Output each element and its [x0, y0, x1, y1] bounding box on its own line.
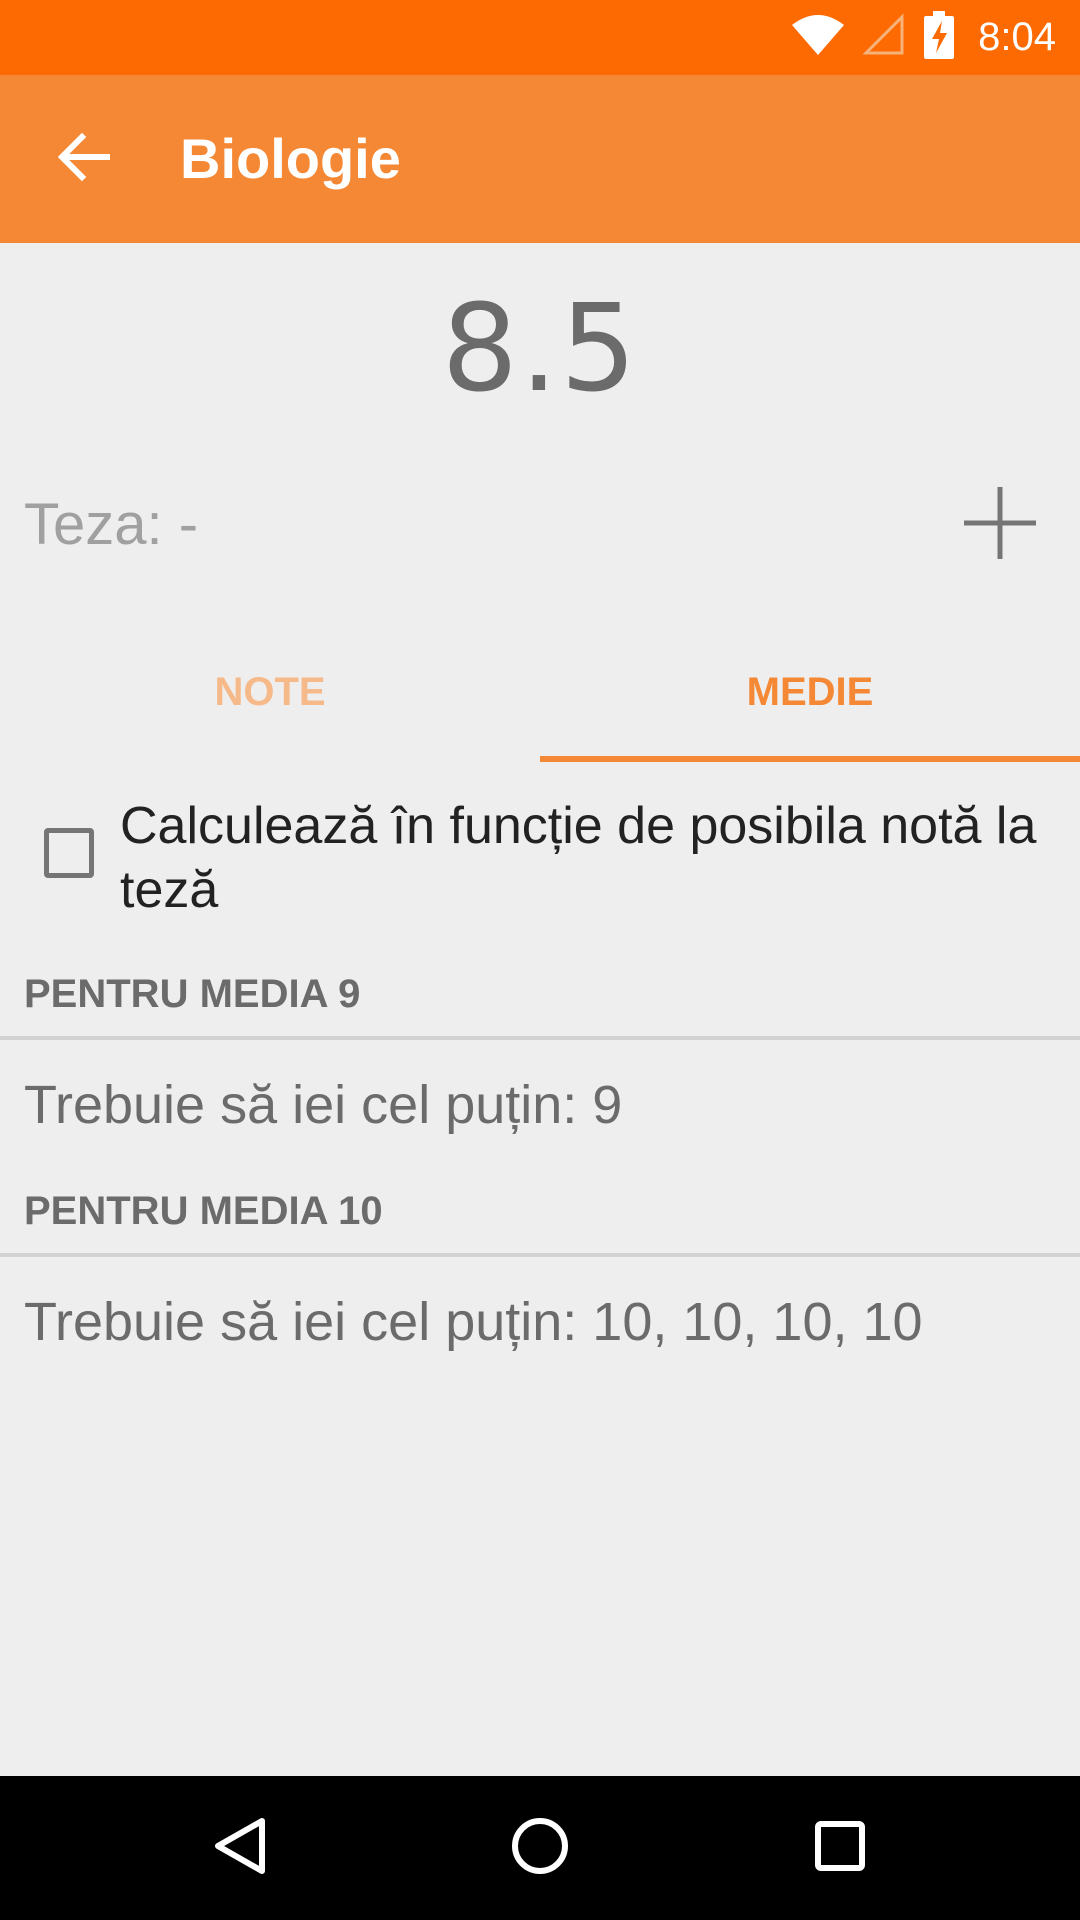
- divider: [0, 1253, 1080, 1257]
- tab-medie[interactable]: MEDIE: [540, 622, 1080, 762]
- nav-home-button[interactable]: [468, 1776, 612, 1920]
- navigation-bar: [0, 1776, 1080, 1920]
- add-teza-button[interactable]: [950, 475, 1050, 575]
- tab-indicator: [540, 756, 1080, 762]
- nav-recents-button[interactable]: [768, 1776, 912, 1920]
- required-grades-media-10: Trebuie să iei cel puțin: 10, 10, 10, 10: [24, 1292, 923, 1352]
- teza-label: Teza: -: [24, 492, 199, 557]
- home-circle-icon: [510, 1816, 570, 1881]
- battery-charging-icon: [924, 11, 955, 64]
- page-title: Biologie: [180, 127, 401, 190]
- checkbox-label: Calculează în funcție de posibila notă l…: [120, 797, 1037, 919]
- tab-bar: NOTE MEDIE: [0, 622, 1080, 762]
- plus-icon: [962, 485, 1038, 566]
- status-bar: 8:04: [0, 0, 1080, 75]
- wifi-icon: [792, 15, 845, 60]
- recents-square-icon: [814, 1820, 866, 1877]
- divider: [0, 1036, 1080, 1040]
- status-time: 8:04: [978, 15, 1056, 59]
- average-value: 8.5: [441, 280, 639, 419]
- section-header-media-10: PENTRU MEDIA 10: [24, 1189, 383, 1233]
- teza-row: Teza: -: [0, 475, 1080, 575]
- back-triangle-icon: [212, 1816, 268, 1881]
- back-button[interactable]: [40, 119, 128, 199]
- arrow-left-icon: [57, 132, 111, 186]
- required-grades-media-9: Trebuie să iei cel puțin: 9: [24, 1075, 623, 1135]
- section-header-media-9: PENTRU MEDIA 9: [24, 972, 361, 1016]
- nav-back-button[interactable]: [168, 1776, 312, 1920]
- teza-calculation-option: Calculează în funcție de posibila notă l…: [0, 790, 1080, 930]
- status-icons: 8:04: [792, 0, 1056, 75]
- tab-note[interactable]: NOTE: [0, 622, 540, 762]
- teza-checkbox[interactable]: [44, 828, 94, 878]
- cellular-signal-icon: [862, 13, 906, 62]
- app-bar: Biologie: [0, 75, 1080, 243]
